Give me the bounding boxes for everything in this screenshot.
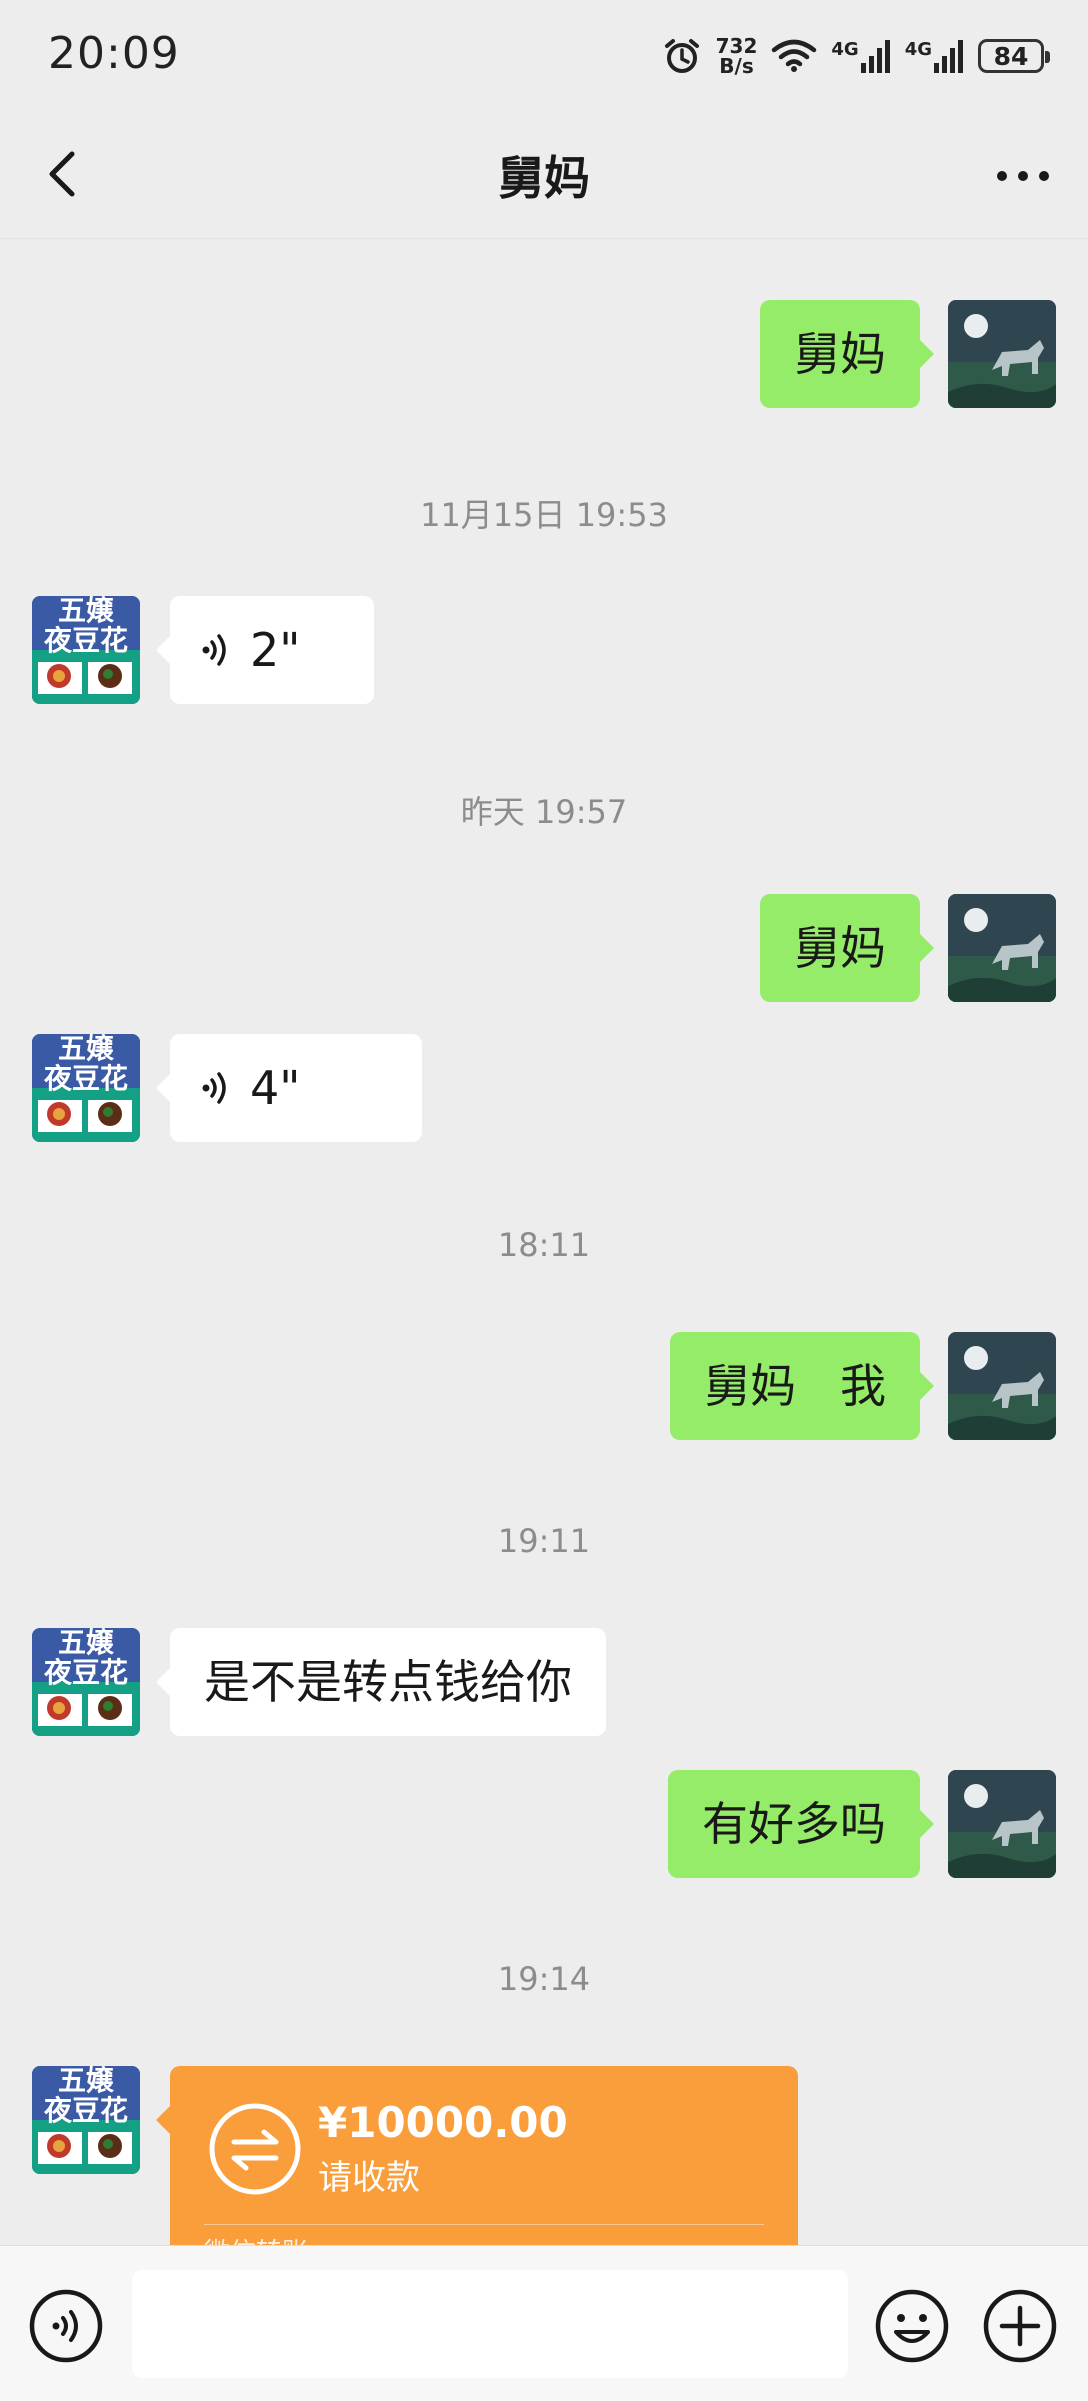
- voice-wave-icon: [202, 1072, 226, 1104]
- avatar-text: 五嬢 夜豆花: [32, 2066, 140, 2126]
- avatar-text-line: 五嬢: [57, 2066, 114, 2097]
- timestamp: 19:14: [497, 1960, 591, 1998]
- my-avatar[interactable]: [948, 894, 1056, 1002]
- emoji-icon[interactable]: [874, 2288, 950, 2364]
- transfer-divider: [204, 2224, 764, 2225]
- voice-duration: 2": [250, 623, 301, 677]
- voice-duration: 4": [250, 1061, 301, 1115]
- cellular-signal-2: 4G: [905, 39, 964, 73]
- network-speed: 732 B/s: [716, 36, 758, 76]
- battery-level: 84: [993, 41, 1029, 71]
- network-speed-value: 732: [715, 34, 758, 58]
- chat-title: 舅妈: [498, 151, 590, 205]
- message-input[interactable]: [132, 2270, 848, 2378]
- avatar-text-line: 夜豆花: [43, 1656, 128, 1689]
- transfer-amount: ¥10000.00: [318, 2098, 568, 2147]
- avatar-text-line: 五嬢: [57, 596, 114, 627]
- status-icons: 732 B/s 4G 4G 84: [662, 30, 1050, 82]
- outgoing-message[interactable]: 舅妈: [760, 300, 934, 408]
- input-bar: [0, 2245, 1088, 2401]
- voice-input-icon[interactable]: [28, 2288, 104, 2364]
- alarm-icon: [664, 39, 699, 73]
- avatar-text-line: 夜豆花: [43, 624, 128, 657]
- timestamp: 19:11: [497, 1522, 591, 1560]
- outgoing-message[interactable]: 舅妈: [760, 894, 934, 1002]
- avatar-text-line: 夜豆花: [43, 1062, 128, 1095]
- outgoing-message[interactable]: 舅妈 我: [670, 1332, 934, 1440]
- avatar-text: 五嬢 夜豆花: [32, 1628, 140, 1688]
- voice-message[interactable]: 4": [156, 1034, 422, 1142]
- contact-avatar[interactable]: 五嬢 夜豆花: [32, 2066, 140, 2174]
- contact-avatar[interactable]: 五嬢 夜豆花: [32, 1034, 140, 1142]
- more-dots-icon[interactable]: [988, 146, 1058, 206]
- voice-message[interactable]: 2": [156, 596, 374, 704]
- transfer-card[interactable]: ¥10000.00 请收款 微信转账: [156, 2066, 798, 2268]
- transfer-label: 请收款: [318, 2158, 420, 2198]
- my-avatar[interactable]: [948, 1770, 1056, 1878]
- cellular-signal-1: 4G: [831, 39, 890, 73]
- signal-type-label: 4G: [904, 39, 932, 60]
- outgoing-message[interactable]: 有好多吗: [668, 1770, 934, 1878]
- timestamp: 18:11: [497, 1226, 591, 1264]
- my-avatar[interactable]: [948, 1332, 1056, 1440]
- wifi-icon: [772, 39, 817, 72]
- network-speed-unit: B/s: [719, 54, 754, 78]
- status-time: 20:09: [48, 28, 180, 79]
- contact-avatar[interactable]: 五嬢 夜豆花: [32, 596, 140, 704]
- cellular-signal-icon: [934, 40, 963, 73]
- incoming-message[interactable]: 是不是转点钱给你: [156, 1628, 606, 1736]
- avatar-text-line: 五嬢: [57, 1628, 114, 1659]
- cellular-signal-icon: [860, 40, 890, 73]
- avatar-text-line: 夜豆花: [43, 2094, 128, 2127]
- transfer-arrows-icon: [209, 2103, 301, 2195]
- avatar-text: 五嬢 夜豆花: [32, 596, 140, 656]
- timestamp: 昨天 19:57: [460, 793, 628, 831]
- avatar-text-line: 五嬢: [57, 1034, 114, 1065]
- battery-icon: 84: [978, 39, 1050, 73]
- plus-icon[interactable]: [982, 2288, 1058, 2364]
- contact-avatar[interactable]: 五嬢 夜豆花: [32, 1628, 140, 1736]
- timestamp: 11月15日 19:53: [420, 496, 668, 534]
- voice-wave-icon: [202, 634, 226, 666]
- avatar-text: 五嬢 夜豆花: [32, 1034, 140, 1094]
- chat-header: 舅妈: [0, 108, 1088, 239]
- signal-type-label: 4G: [831, 39, 859, 60]
- my-avatar[interactable]: [948, 300, 1056, 408]
